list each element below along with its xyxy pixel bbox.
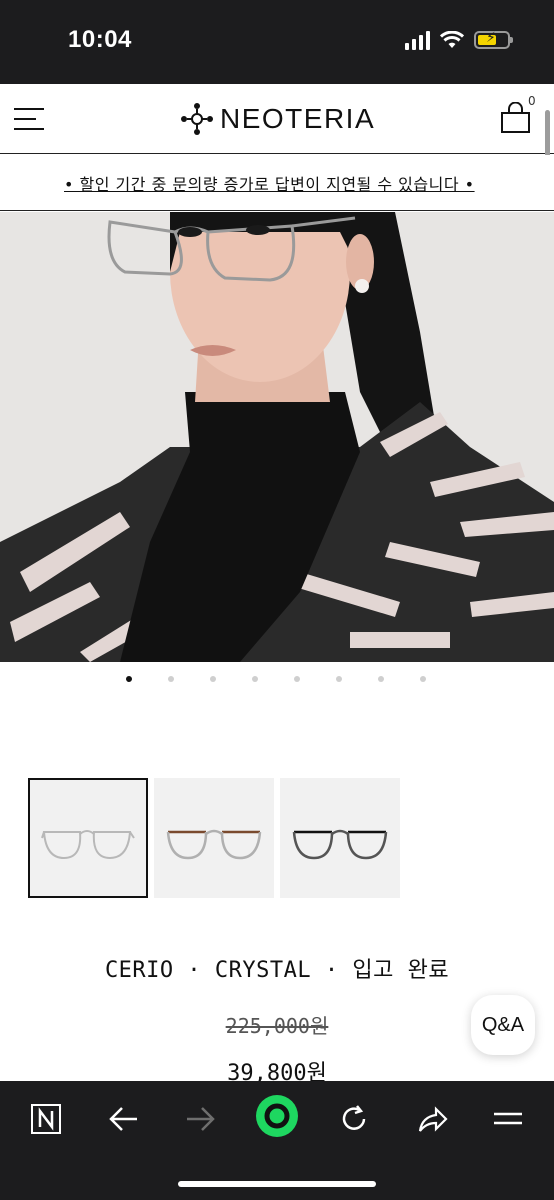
thumbnail-black-frame[interactable] [280, 778, 400, 898]
logo-mark-icon [181, 103, 213, 135]
carousel-dot[interactable] [420, 676, 426, 682]
share-icon[interactable] [412, 1099, 452, 1139]
black-glasses-image [292, 829, 388, 860]
battery-charging-icon: ⚡ [474, 30, 513, 49]
menu-icon[interactable] [488, 1099, 528, 1139]
notice-text: • 할인 기간 중 문의량 증가로 답변이 지연될 수 있습니다 • [64, 175, 475, 194]
carousel-dot[interactable] [294, 676, 300, 682]
status-bar: 10:04 ⚡ [0, 0, 554, 84]
carousel-dot[interactable] [252, 676, 258, 682]
wifi-icon [440, 31, 464, 48]
logo-text: NEOTERIA [220, 103, 376, 134]
carousel-dot[interactable] [126, 676, 132, 682]
model-photo [0, 212, 554, 662]
notice-banner[interactable]: • 할인 기간 중 문의량 증가로 답변이 지연될 수 있습니다 • [0, 155, 554, 211]
brown-glasses-image [166, 829, 262, 860]
carousel-dots [0, 676, 554, 688]
cellular-signal-icon [405, 30, 430, 50]
site-header: NEOTERIA 0 [0, 84, 554, 154]
clear-glasses-image [41, 830, 135, 860]
status-icons: ⚡ [405, 30, 513, 50]
forward-arrow-icon[interactable] [180, 1099, 220, 1139]
site-logo[interactable]: NEOTERIA [180, 102, 375, 136]
status-time: 10:04 [68, 26, 132, 53]
product-name: CERIO · CRYSTAL · 입고 완료 [104, 958, 450, 983]
carousel-dot[interactable] [336, 676, 342, 682]
home-indicator[interactable] [178, 1181, 376, 1187]
green-home-icon[interactable] [254, 1093, 300, 1139]
product-hero-image[interactable] [0, 212, 554, 662]
back-arrow-icon[interactable] [104, 1099, 144, 1139]
naver-n-icon[interactable] [26, 1099, 66, 1139]
cart-count-badge: 0 [528, 94, 536, 108]
carousel-dot[interactable] [378, 676, 384, 682]
thumbnail-clear-frame[interactable] [28, 778, 148, 898]
carousel-dot[interactable] [210, 676, 216, 682]
carousel-dot[interactable] [168, 676, 174, 682]
reload-icon[interactable] [334, 1099, 374, 1139]
qa-button[interactable]: Q&A [471, 995, 535, 1055]
hamburger-menu-icon[interactable] [14, 108, 44, 130]
thumbnail-brown-frame[interactable] [154, 778, 274, 898]
